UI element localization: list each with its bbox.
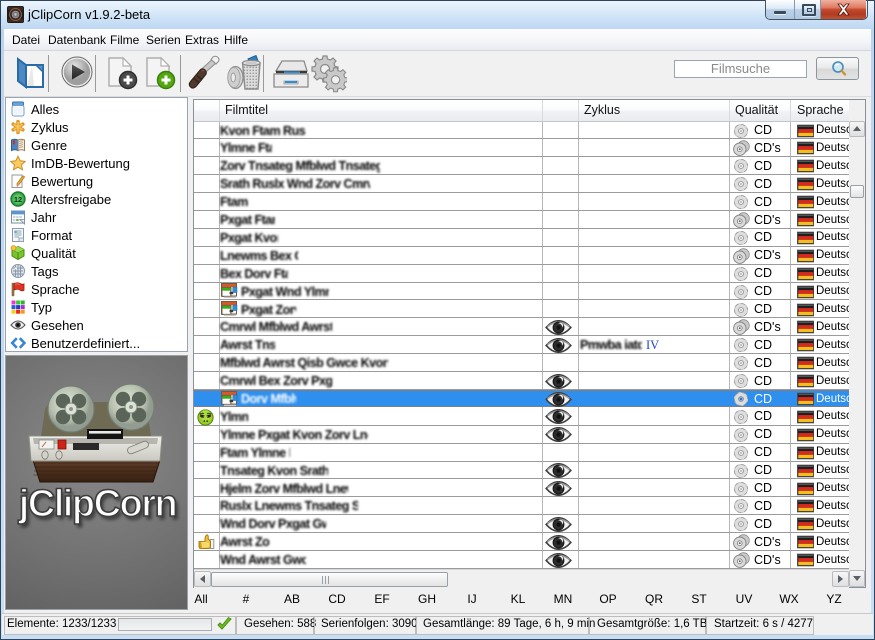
svg-text:12: 12 <box>14 195 22 204</box>
